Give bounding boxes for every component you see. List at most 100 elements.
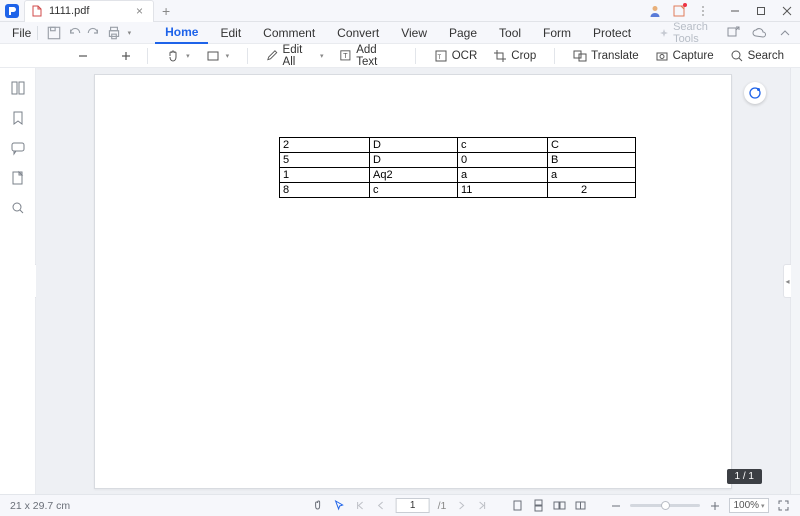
- search-panel-icon[interactable]: [10, 200, 26, 216]
- save-icon[interactable]: [46, 25, 62, 41]
- kebab-menu-icon[interactable]: [696, 4, 710, 18]
- read-mode-icon[interactable]: [574, 499, 587, 512]
- capture-button[interactable]: Capture: [649, 47, 720, 65]
- table-cell: 0: [458, 153, 548, 168]
- table-row: 8c112: [280, 183, 636, 198]
- table-cell: 11: [458, 183, 548, 198]
- comment-icon[interactable]: [10, 140, 26, 156]
- prev-page-icon[interactable]: [375, 499, 388, 512]
- search-tools-label: Search Tools: [673, 21, 726, 45]
- statusbar: 21 x 29.7 cm /1 100%▾: [0, 494, 800, 516]
- document-tab[interactable]: 1111.pdf ×: [24, 0, 154, 22]
- file-menu[interactable]: File: [2, 26, 33, 40]
- table-cell: 8: [280, 183, 370, 198]
- zoom-slider[interactable]: [630, 504, 700, 507]
- ribbon-tab-view[interactable]: View: [391, 22, 437, 44]
- document-page: 2DcC5D0B1Aq2aa8c112: [94, 74, 732, 489]
- table-row: 5D0B: [280, 153, 636, 168]
- translate-button[interactable]: Translate: [567, 47, 645, 65]
- text-icon: T: [339, 49, 352, 63]
- ai-assistant-button[interactable]: [744, 82, 766, 104]
- page-number-input[interactable]: [396, 498, 430, 513]
- table-cell: 2: [280, 138, 370, 153]
- sparkle-icon: [659, 28, 669, 38]
- ribbon-tab-form[interactable]: Form: [533, 22, 581, 44]
- notification-icon[interactable]: [672, 4, 686, 18]
- chevron-up-icon[interactable]: [778, 26, 792, 40]
- undo-icon[interactable]: [66, 25, 82, 41]
- zoom-out-button[interactable]: [74, 50, 92, 62]
- fullscreen-icon[interactable]: [777, 499, 790, 512]
- zoom-out-status-button[interactable]: [609, 499, 622, 512]
- left-sidebar: [0, 68, 36, 494]
- table-cell: D: [370, 138, 458, 153]
- table-cell: B: [548, 153, 636, 168]
- cloud-icon[interactable]: [752, 26, 766, 40]
- app-logo-icon: [0, 0, 24, 22]
- select-tool-button[interactable]: ▾: [200, 47, 236, 65]
- qat-dropdown-icon[interactable]: ▾: [128, 29, 132, 37]
- new-tab-button[interactable]: +: [154, 3, 178, 19]
- table-cell: 1: [280, 168, 370, 183]
- hand-tool-button[interactable]: ▾: [160, 47, 196, 65]
- table-row: 1Aq2aa: [280, 168, 636, 183]
- ribbon-tab-convert[interactable]: Convert: [327, 22, 389, 44]
- pan-mode-icon[interactable]: [312, 499, 325, 512]
- vertical-scrollbar[interactable]: [790, 68, 800, 494]
- ribbon-tab-home[interactable]: Home: [155, 22, 208, 44]
- facing-view-icon[interactable]: [553, 499, 566, 512]
- window-minimize-button[interactable]: [722, 0, 748, 22]
- table-cell: 2: [548, 183, 636, 198]
- table-cell: a: [548, 168, 636, 183]
- select-mode-icon[interactable]: [333, 499, 346, 512]
- table-cell: c: [458, 138, 548, 153]
- zoom-percent-box[interactable]: 100%▾: [729, 498, 769, 513]
- ribbon-tab-protect[interactable]: Protect: [583, 22, 641, 44]
- search-tools[interactable]: Search Tools: [659, 21, 726, 45]
- right-panel-toggle[interactable]: ◂: [783, 264, 791, 298]
- ocr-button[interactable]: TOCR: [428, 47, 484, 65]
- last-page-icon[interactable]: [475, 499, 488, 512]
- tab-title: 1111.pdf: [49, 5, 89, 17]
- single-page-view-icon[interactable]: [511, 499, 524, 512]
- crop-icon: [493, 49, 507, 63]
- edit-all-button[interactable]: Edit All▾: [260, 42, 329, 70]
- table-cell: 5: [280, 153, 370, 168]
- zoom-in-status-button[interactable]: [708, 499, 721, 512]
- zoom-slider-thumb[interactable]: [661, 501, 670, 510]
- table-cell: a: [458, 168, 548, 183]
- zoom-in-button[interactable]: [117, 50, 135, 62]
- bookmark-icon[interactable]: [10, 110, 26, 126]
- workspace: ▸ 2DcC5D0B1Aq2aa8c112 1 / 1 ◂: [0, 68, 800, 494]
- ribbon-tab-tool[interactable]: Tool: [489, 22, 531, 44]
- user-avatar-icon[interactable]: [648, 4, 662, 18]
- crop-button[interactable]: Crop: [487, 47, 542, 65]
- ribbon-tab-edit[interactable]: Edit: [210, 22, 251, 44]
- pencil-icon: [266, 49, 279, 63]
- tab-close-button[interactable]: ×: [134, 4, 145, 18]
- search-icon: [730, 49, 744, 63]
- window-close-button[interactable]: [774, 0, 800, 22]
- next-page-icon[interactable]: [454, 499, 467, 512]
- redo-icon[interactable]: [86, 25, 102, 41]
- search-button[interactable]: Search: [724, 47, 790, 65]
- ribbon-tab-comment[interactable]: Comment: [253, 22, 325, 44]
- translate-icon: [573, 49, 587, 63]
- document-table: 2DcC5D0B1Aq2aa8c112: [279, 137, 636, 198]
- print-icon[interactable]: [106, 25, 122, 41]
- svg-text:T: T: [344, 51, 349, 60]
- home-toolbar: ▾ ▾ Edit All▾ TAdd Text TOCR Crop Transl…: [0, 44, 800, 68]
- window-maximize-button[interactable]: [748, 0, 774, 22]
- first-page-icon[interactable]: [354, 499, 367, 512]
- document-viewport[interactable]: 2DcC5D0B1Aq2aa8c112 1 / 1: [36, 68, 790, 494]
- pdf-file-icon: [31, 5, 43, 17]
- add-text-button[interactable]: TAdd Text: [333, 42, 402, 70]
- table-cell: c: [370, 183, 458, 198]
- thumbnails-icon[interactable]: [10, 80, 26, 96]
- attachment-icon[interactable]: [10, 170, 26, 186]
- share-icon[interactable]: [726, 26, 740, 40]
- ribbon-tab-page[interactable]: Page: [439, 22, 487, 44]
- camera-icon: [655, 49, 669, 63]
- continuous-view-icon[interactable]: [532, 499, 545, 512]
- page-indicator-badge: 1 / 1: [727, 469, 762, 484]
